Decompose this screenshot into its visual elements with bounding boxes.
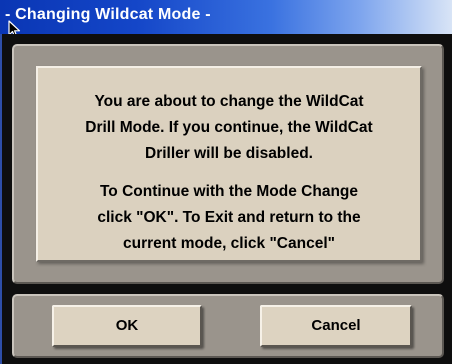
- message-line: Driller will be disabled.: [145, 145, 313, 162]
- message-line: Drill Mode. If you continue, the WildCat: [85, 119, 373, 136]
- message-line: You are about to change the WildCat: [94, 93, 364, 110]
- message-line: To Continue with the Mode Change: [99, 183, 359, 200]
- ok-button[interactable]: OK: [52, 305, 202, 347]
- message-line: click "OK". To Exit and return to the: [97, 209, 361, 226]
- dialog-title: - Changing Wildcat Mode -: [5, 6, 211, 23]
- message-panel: You are about to change the WildCat Dril…: [36, 66, 422, 262]
- mode-change-dialog: - Changing Wildcat Mode - You are about …: [0, 0, 452, 364]
- cancel-button[interactable]: Cancel: [260, 305, 412, 347]
- title-bar[interactable]: - Changing Wildcat Mode -: [0, 0, 452, 34]
- message-line: current mode, click "Cancel": [123, 235, 335, 252]
- dialog-body: You are about to change the WildCat Dril…: [0, 34, 452, 364]
- button-bar: OK Cancel: [12, 294, 444, 358]
- message-area: You are about to change the WildCat Dril…: [12, 44, 444, 284]
